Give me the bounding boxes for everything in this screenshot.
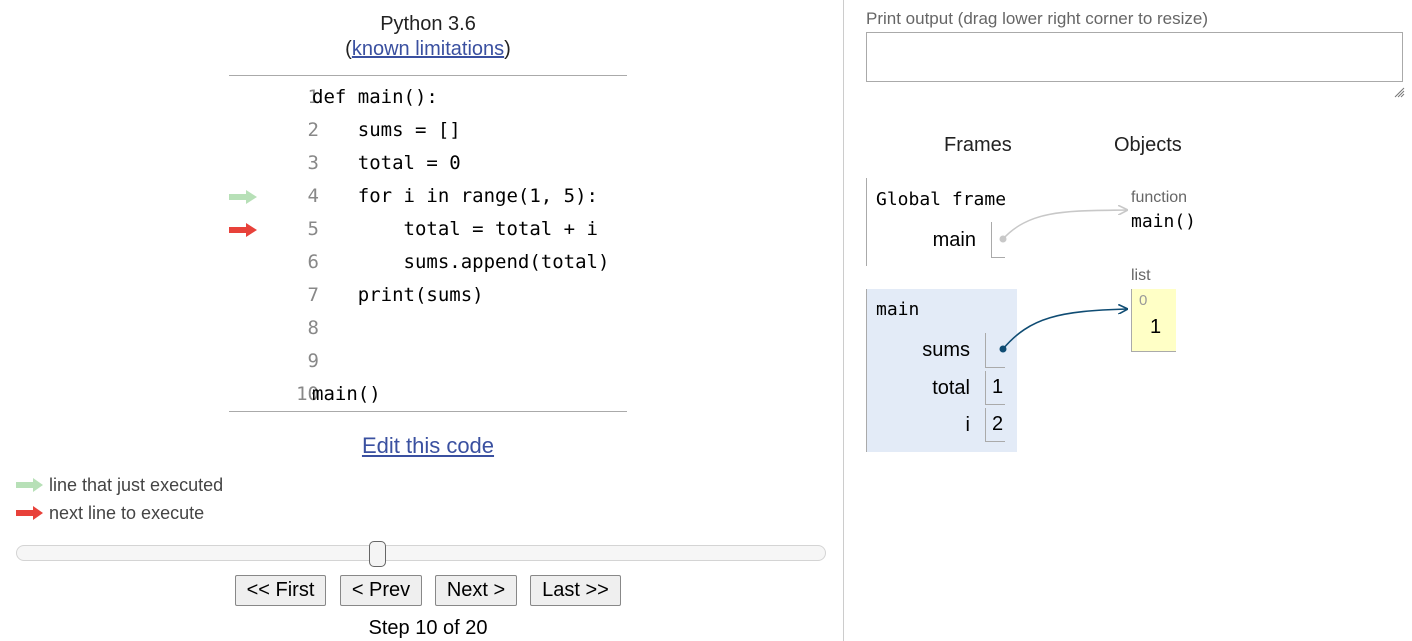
code-line: 9	[229, 346, 627, 379]
code-line: 2 sums = []	[229, 115, 627, 148]
global-frame-title: Global frame	[876, 189, 1007, 210]
code-line: 10 main()	[229, 379, 627, 412]
code-text: sums = []	[312, 119, 461, 141]
pointer-arrows	[999, 195, 1140, 353]
code-text: print(sums)	[312, 284, 484, 306]
panel-divider	[843, 0, 844, 641]
line-number: 9	[307, 350, 319, 372]
function-object-name: main()	[1131, 211, 1197, 232]
limitations-line: (known limitations)	[228, 37, 628, 62]
edit-code-link[interactable]: Edit this code	[362, 433, 494, 458]
list-index: 0	[1139, 292, 1148, 309]
code-line: 7 print(sums)	[229, 280, 627, 313]
main-var-total: total	[932, 377, 970, 399]
sums-pointer-arrow	[1002, 309, 1127, 350]
executed-line-arrow-icon	[229, 190, 257, 204]
prev-button[interactable]: < Prev	[340, 575, 422, 606]
resize-grip-icon[interactable]	[1393, 86, 1405, 98]
step-slider-handle[interactable]	[369, 541, 386, 567]
edit-code-area: Edit this code	[228, 433, 628, 459]
code-bottom-divider	[229, 411, 627, 412]
legend-just-executed-label: line that just executed	[49, 475, 224, 495]
last-button[interactable]: Last >>	[530, 575, 621, 606]
next-line-arrow-icon	[229, 223, 257, 237]
code-line: 8	[229, 313, 627, 346]
red-arrow-icon	[16, 506, 43, 520]
code-text: for i in range(1, 5):	[312, 185, 598, 207]
paren-close: )	[504, 38, 511, 60]
print-output-box[interactable]	[866, 32, 1403, 82]
main-var-total-value: 1	[985, 371, 1005, 405]
first-button[interactable]: << First	[235, 575, 326, 606]
code-line: 3 total = 0	[229, 148, 627, 181]
legend-next-line-label: next line to execute	[49, 503, 205, 523]
code-line: 1 def main():	[229, 82, 627, 115]
code-line: 4 for i in range(1, 5):	[229, 181, 627, 214]
code-top-divider	[229, 75, 627, 76]
next-button[interactable]: Next >	[435, 575, 517, 606]
frames-header: Frames	[944, 134, 1012, 156]
line-number: 8	[307, 317, 319, 339]
code-text: total = 0	[312, 152, 461, 174]
code-line: 5 total = total + i	[229, 214, 627, 247]
main-var-sums: sums	[922, 339, 970, 361]
global-var-main: main	[932, 229, 976, 251]
code-line: 6 sums.append(total)	[229, 247, 627, 280]
code-text: sums.append(total)	[312, 251, 610, 273]
global-main-pointer-arrow	[1002, 210, 1127, 240]
main-frame-title: main	[876, 299, 920, 320]
known-limitations-link[interactable]: known limitations	[352, 38, 504, 60]
paren-open: (	[345, 38, 352, 60]
list-value: 1	[1150, 316, 1162, 338]
main-var-i-value: 2	[985, 408, 1005, 442]
language-label: Python 3.6	[380, 13, 476, 35]
main-var-i: i	[965, 414, 970, 436]
step-counter: Step 10 of 20	[368, 617, 488, 639]
step-slider-track[interactable]	[16, 545, 826, 561]
code-text: total = total + i	[312, 218, 598, 240]
objects-header: Objects	[1114, 134, 1182, 156]
print-output-label: Print output (drag lower right corner to…	[866, 9, 1209, 28]
code-text: main()	[312, 383, 381, 405]
green-arrow-icon	[16, 478, 43, 492]
code-text: def main():	[312, 86, 438, 108]
